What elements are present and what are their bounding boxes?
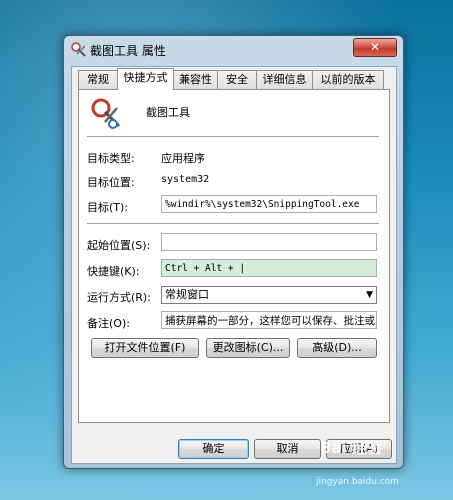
dialog-client-area: 常规 快捷方式 兼容性 安全 详细信息 以前的版本 截图工具 目标类型: 应用程… [71, 66, 397, 464]
start-in-label: 起始位置(S): [87, 239, 151, 252]
advanced-button[interactable]: 高级(D)... [297, 338, 377, 358]
separator [87, 136, 379, 138]
target-type-value: 应用程序 [161, 152, 205, 165]
properties-window: 截图工具 属性 ✕ 常规 快捷方式 兼容性 安全 详细信息 以前的版本 截图工具… [63, 35, 404, 469]
tab-details[interactable]: 详细信息 [256, 70, 313, 89]
shortcut-key-label: 快捷键(K): [87, 265, 140, 278]
cancel-button[interactable]: 取消 [254, 439, 321, 459]
tab-security[interactable]: 安全 [217, 70, 257, 89]
target-label: 目标(T): [87, 201, 129, 214]
target-type-label: 目标类型: [87, 152, 135, 165]
run-select-value: 常规窗口 [165, 288, 209, 301]
app-name-label: 截图工具 [146, 106, 190, 119]
tab-compatibility[interactable]: 兼容性 [173, 70, 218, 89]
run-select[interactable]: 常规窗口 ▼ [161, 286, 377, 304]
target-location-label: 目标位置: [87, 176, 135, 189]
shortcut-key-field[interactable]: Ctrl + Alt + | [161, 259, 377, 277]
run-label: 运行方式(R): [87, 291, 151, 304]
separator [87, 223, 379, 225]
window-title: 截图工具 属性 [90, 44, 166, 58]
open-file-location-button[interactable]: 打开文件位置(F) [91, 338, 199, 358]
shortcut-panel: 截图工具 目标类型: 应用程序 目标位置: system32 目标(T): %w… [78, 89, 390, 423]
close-button[interactable]: ✕ [353, 38, 397, 57]
scissors-icon [71, 42, 86, 57]
tab-shortcut[interactable]: 快捷方式 [117, 68, 174, 90]
target-location-value: system32 [161, 174, 210, 185]
scissors-icon [91, 98, 121, 129]
start-in-field[interactable] [161, 233, 377, 251]
tab-previous-versions[interactable]: 以前的版本 [312, 70, 384, 89]
comment-field[interactable]: 捕获屏幕的一部分，这样您可以保存、批注或 [161, 311, 377, 329]
target-field[interactable]: %windir%\system32\SnippingTool.exe [161, 195, 377, 213]
ok-button[interactable]: 确定 [178, 439, 249, 459]
watermark-logo: Bai 经验 [320, 439, 382, 457]
watermark-url: jingyan.baidu.com [316, 477, 400, 487]
tab-general[interactable]: 常规 [78, 70, 118, 89]
title-bar[interactable]: 截图工具 属性 ✕ [64, 36, 403, 64]
change-icon-button[interactable]: 更改图标(C)... [206, 338, 290, 358]
chevron-down-icon[interactable]: ▼ [366, 287, 373, 303]
comment-label: 备注(O): [87, 317, 130, 330]
